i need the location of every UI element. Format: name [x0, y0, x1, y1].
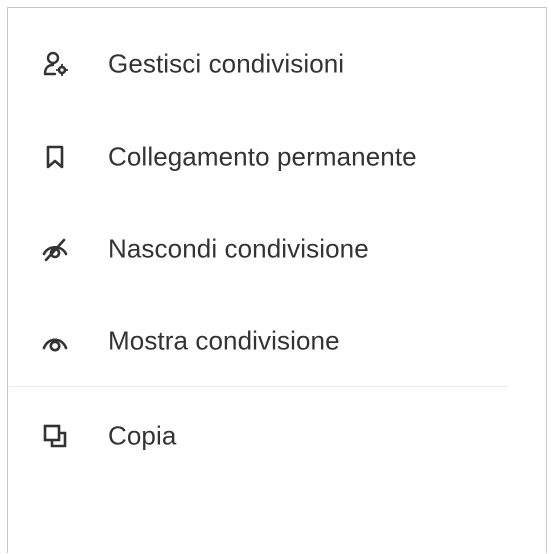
copy-icon: [42, 423, 68, 449]
menu-item-copy[interactable]: Copia: [9, 406, 507, 466]
eye-icon: [42, 328, 68, 354]
menu-item-label: Copia: [108, 420, 177, 451]
menu-item-label: Collegamento permanente: [108, 141, 417, 172]
menu-item-permalink[interactable]: Collegamento permanente: [9, 127, 507, 187]
menu-divider: [9, 386, 508, 387]
user-gear-icon: [42, 51, 68, 77]
menu-item-show-share[interactable]: Mostra condivisione: [9, 311, 507, 371]
menu-item-manage-shares[interactable]: Gestisci condivisioni: [9, 34, 507, 94]
eye-off-icon: [42, 236, 68, 262]
menu-item-hide-share[interactable]: Nascondi condivisione: [9, 219, 507, 279]
menu-item-label: Gestisci condivisioni: [108, 48, 345, 79]
bookmark-icon: [42, 144, 68, 170]
menu-item-label: Nascondi condivisione: [108, 233, 369, 264]
context-menu: Gestisci condivisioni Collegamento perma…: [7, 7, 547, 553]
menu-item-label: Mostra condivisione: [108, 325, 340, 356]
